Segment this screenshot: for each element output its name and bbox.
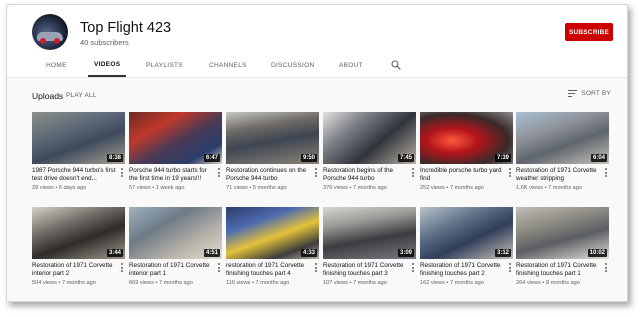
- video-title[interactable]: Restoration of 1971 Corvette finishing t…: [323, 262, 407, 278]
- video-card[interactable]: 10:02 Restoration of 1971 Corvette finish…: [516, 207, 609, 292]
- channel-header: Top Flight 423 40 subscribers SUBSCRIBE …: [7, 5, 627, 77]
- tab-playlists[interactable]: PLAYLISTS: [146, 53, 183, 77]
- more-options-icon[interactable]: [119, 168, 125, 177]
- video-title[interactable]: Incredible porsche turbo yard find: [420, 167, 504, 183]
- more-options-icon[interactable]: [507, 263, 513, 272]
- video-card[interactable]: 7:45 Restoration begins of the Porsche 94…: [323, 112, 416, 197]
- video-meta: 264 views • 8 months ago: [516, 280, 580, 286]
- video-meta: 504 views • 7 months ago: [32, 280, 96, 286]
- video-thumbnail[interactable]: 3:44: [32, 207, 125, 259]
- video-thumbnail[interactable]: 6:47: [129, 112, 222, 164]
- video-card[interactable]: 3:09 Restoration of 1971 Corvette finishi…: [323, 207, 416, 292]
- video-card[interactable]: 9:50 Restoration continues on the Porsche…: [226, 112, 319, 197]
- video-title[interactable]: Restoration of 1971 Corvette finishing t…: [420, 262, 504, 278]
- video-meta: 669 views • 7 months ago: [129, 280, 193, 286]
- video-card[interactable]: 8:38 1987 Porsche 944 turbo's first test …: [32, 112, 125, 197]
- video-duration: 4:33: [300, 249, 317, 257]
- sort-by-button[interactable]: SORT BY: [568, 90, 611, 97]
- video-card[interactable]: 4:51 Restoration of 1971 Corvette interio…: [129, 207, 222, 292]
- video-meta: 57 views • 1 week ago: [129, 185, 185, 191]
- video-card[interactable]: 3:12 Restoration of 1971 Corvette finishi…: [420, 207, 513, 292]
- video-meta: 71 views • 5 months ago: [226, 185, 287, 191]
- more-options-icon[interactable]: [410, 168, 416, 177]
- video-meta: 110 views • 7 months ago: [226, 280, 290, 286]
- tab-channels[interactable]: CHANNELS: [209, 53, 247, 77]
- video-title[interactable]: Porsche 944 turbo starts for the first t…: [129, 167, 213, 183]
- channel-tabs: HOME VIDEOS PLAYLISTS CHANNELS DISCUSSIO…: [7, 53, 627, 77]
- video-meta: 376 views • 7 months ago: [323, 185, 387, 191]
- sort-label: SORT BY: [581, 90, 611, 97]
- more-options-icon[interactable]: [410, 263, 416, 272]
- video-thumbnail[interactable]: 3:09: [323, 207, 416, 259]
- video-duration: 7:45: [397, 154, 414, 162]
- search-icon[interactable]: [391, 60, 401, 70]
- tab-home[interactable]: HOME: [46, 53, 67, 77]
- video-duration: 7:39: [494, 154, 511, 162]
- video-duration: 6:47: [203, 154, 220, 162]
- channel-name: Top Flight 423: [80, 20, 172, 36]
- video-duration: 3:12: [494, 249, 511, 257]
- play-all-button[interactable]: PLAY ALL: [66, 92, 97, 99]
- video-meta: 107 views • 7 months ago: [323, 280, 387, 286]
- channel-avatar[interactable]: [32, 14, 68, 50]
- more-options-icon[interactable]: [603, 263, 609, 272]
- video-thumbnail[interactable]: 4:51: [129, 207, 222, 259]
- subscribe-button[interactable]: SUBSCRIBE: [565, 23, 613, 41]
- more-options-icon[interactable]: [216, 263, 222, 272]
- video-title[interactable]: Restoration continues on the Porsche 944…: [226, 167, 310, 183]
- video-duration: 4:51: [203, 249, 220, 257]
- video-thumbnail[interactable]: 9:50: [226, 112, 319, 164]
- video-title[interactable]: Restoration of 1971 Corvette weather str…: [516, 167, 600, 183]
- video-title[interactable]: 1987 Porsche 944 turbo's first test driv…: [32, 167, 116, 183]
- video-duration: 3:09: [397, 249, 414, 257]
- subscriber-count: 40 subscribers: [80, 38, 129, 47]
- video-title[interactable]: Restoration of 1971 Corvette interior pa…: [129, 262, 213, 278]
- video-title[interactable]: Restoration begins of the Porsche 944 tu…: [323, 167, 407, 183]
- video-thumbnail[interactable]: 10:02: [516, 207, 609, 259]
- video-card[interactable]: 6:47 Porsche 944 turbo starts for the fir…: [129, 112, 222, 197]
- video-thumbnail[interactable]: 8:38: [32, 112, 125, 164]
- more-options-icon[interactable]: [507, 168, 513, 177]
- video-thumbnail[interactable]: 7:39: [420, 112, 513, 164]
- video-meta: 29 views • 6 days ago: [32, 185, 87, 191]
- video-thumbnail[interactable]: 4:33: [226, 207, 319, 259]
- video-thumbnail[interactable]: 7:45: [323, 112, 416, 164]
- video-duration: 6:04: [590, 154, 607, 162]
- videos-section: Uploads PLAY ALL SORT BY 8:38 1987 Porsch…: [7, 77, 627, 301]
- video-thumbnail[interactable]: 6:04: [516, 112, 609, 164]
- video-meta: 252 views • 7 months ago: [420, 185, 484, 191]
- more-options-icon[interactable]: [603, 168, 609, 177]
- video-thumbnail[interactable]: 3:12: [420, 207, 513, 259]
- channel-page: Top Flight 423 40 subscribers SUBSCRIBE …: [6, 4, 628, 302]
- video-meta: 162 views • 7 months ago: [420, 280, 484, 286]
- more-options-icon[interactable]: [313, 168, 319, 177]
- tab-about[interactable]: ABOUT: [339, 53, 363, 77]
- video-card[interactable]: 6:04 Restoration of 1971 Corvette weather…: [516, 112, 609, 197]
- video-duration: 3:44: [106, 249, 123, 257]
- more-options-icon[interactable]: [216, 168, 222, 177]
- uploads-title: Uploads: [32, 91, 64, 101]
- video-duration: 8:38: [106, 154, 123, 162]
- video-title[interactable]: Restoration of 1971 Corvette interior pa…: [32, 262, 116, 278]
- sort-icon: [568, 90, 578, 97]
- video-title[interactable]: restoration of 1971 Corvette finishing t…: [226, 262, 310, 278]
- more-options-icon[interactable]: [119, 263, 125, 272]
- more-options-icon[interactable]: [313, 263, 319, 272]
- video-duration: 9:50: [300, 154, 317, 162]
- video-duration: 10:02: [587, 249, 607, 257]
- video-card[interactable]: 7:39 Incredible porsche turbo yard find 25…: [420, 112, 513, 197]
- video-meta: 1.6K views • 7 months ago: [516, 185, 583, 191]
- tab-videos[interactable]: VIDEOS: [88, 53, 127, 77]
- video-title[interactable]: Restoration of 1971 Corvette finishing t…: [516, 262, 600, 278]
- tab-discussion[interactable]: DISCUSSION: [271, 53, 314, 77]
- video-card[interactable]: 4:33 restoration of 1971 Corvette finishi…: [226, 207, 319, 292]
- video-card[interactable]: 3:44 Restoration of 1971 Corvette interio…: [32, 207, 125, 292]
